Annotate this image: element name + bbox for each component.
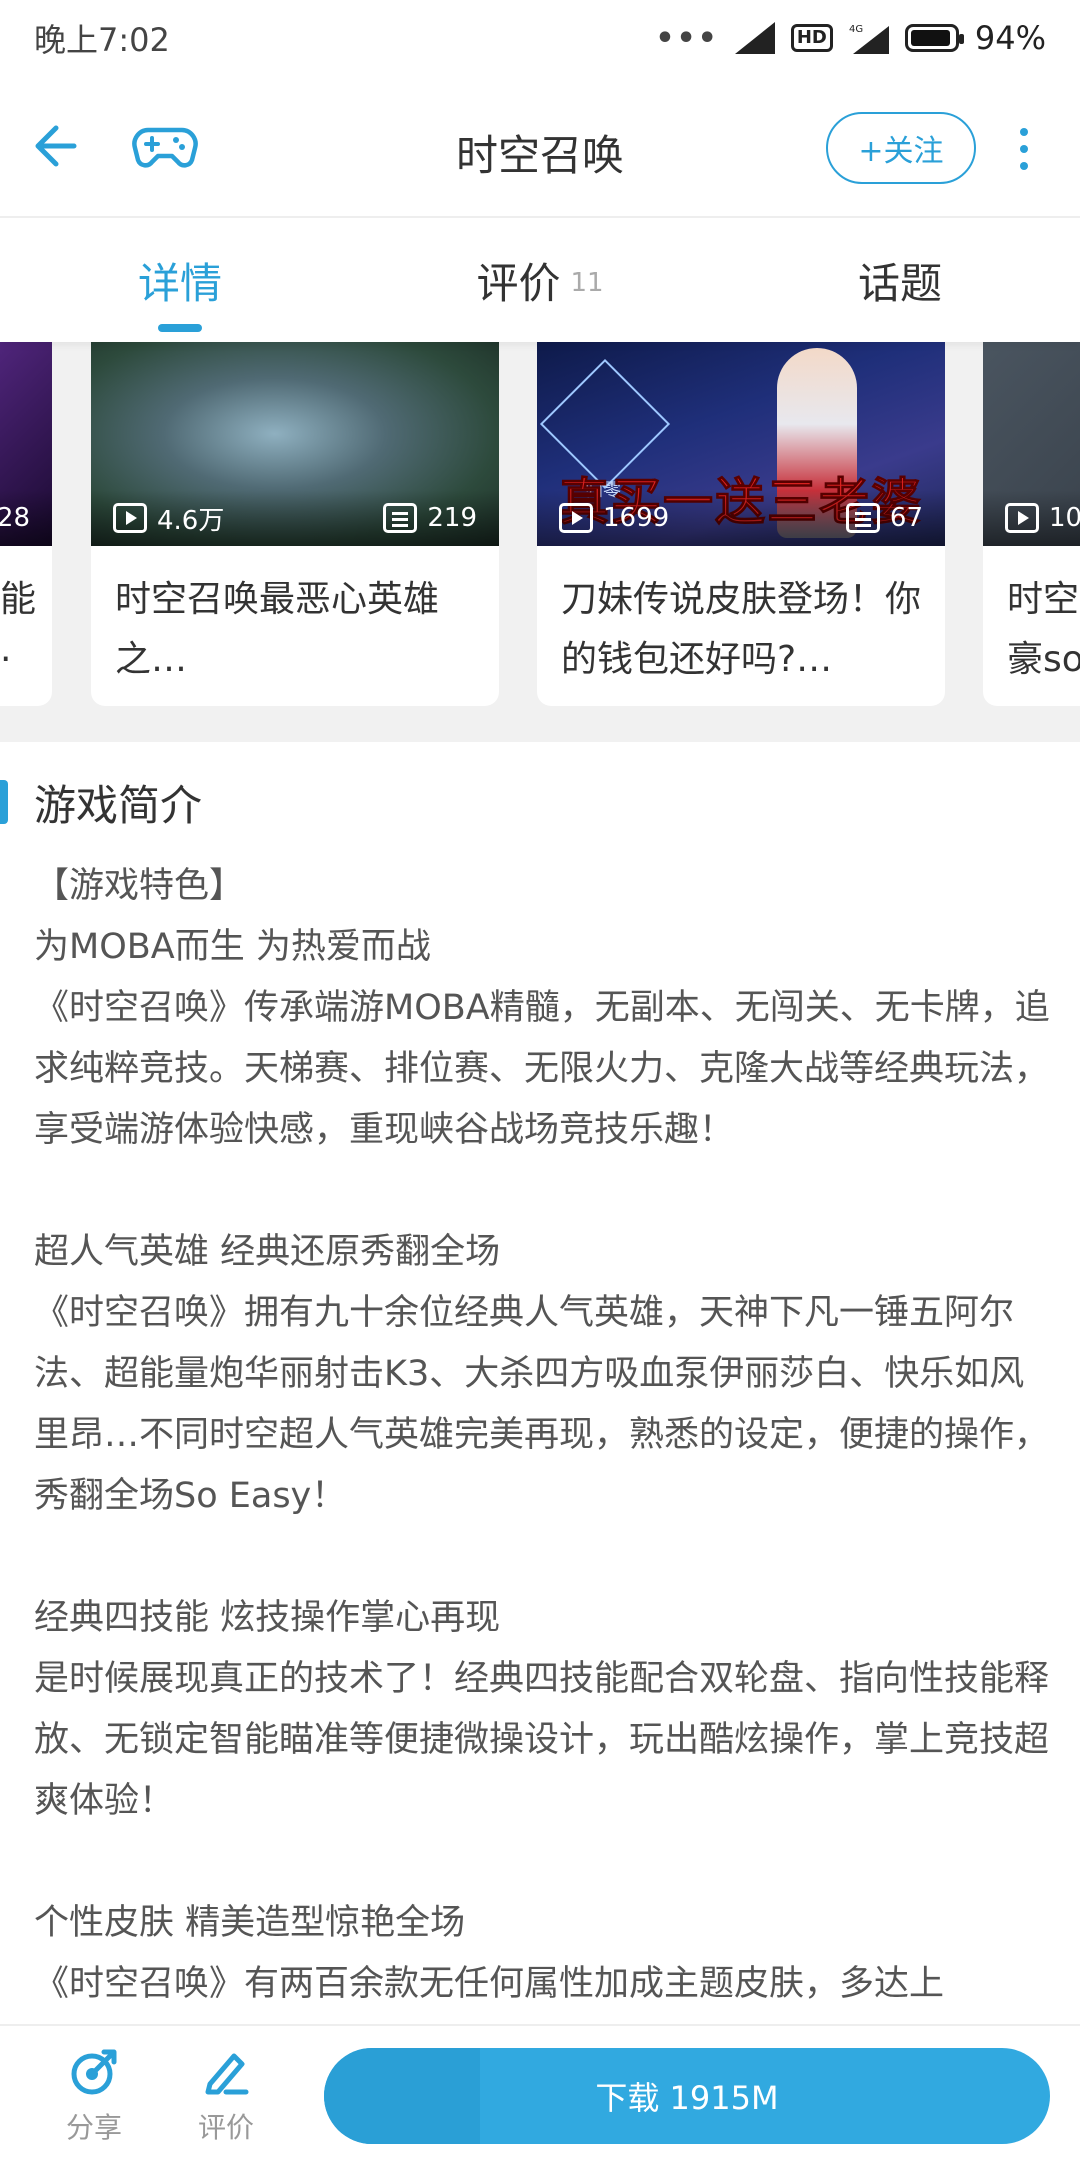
video-carousel[interactable]: 28 能 · 4.6万 219 时空召唤最恶心英雄之… 归零 真买一送三老婆 1… [0, 342, 1080, 742]
tab-topics[interactable]: 话题 [720, 218, 1080, 342]
video-comment-count: 219 [427, 503, 477, 533]
video-play-count: 4.6万 [157, 505, 225, 536]
video-title: 时空 豪so [1007, 579, 1080, 680]
video-title: 能 · [0, 579, 37, 680]
video-title: 刀妹传说皮肤登场！你的钱包还好吗?… [561, 579, 922, 680]
video-thumbnail: 归零 真买一送三老婆 1699 67 [537, 342, 945, 546]
edit-pencil-icon [205, 2053, 249, 2095]
svg-text:4G: 4G [849, 24, 863, 35]
review-label: 评价 [197, 2111, 254, 2144]
review-button[interactable]: 评价 [176, 2046, 276, 2146]
status-time: 晚上7:02 [34, 21, 170, 59]
video-card[interactable]: 4.6万 219 时空召唤最恶心英雄之… [91, 342, 499, 706]
share-icon [71, 2049, 117, 2095]
download-label: 下载 1915M [595, 2079, 779, 2117]
play-icon [559, 503, 593, 533]
video-card[interactable]: 归零 真买一送三老婆 1699 67 刀妹传说皮肤登场！你的钱包还好吗?… [537, 342, 945, 706]
status-bar: 晚上7:02 ••• HD 4G 94% [0, 0, 1080, 76]
tab-details-label: 详情 [137, 258, 222, 308]
tab-topics-label: 话题 [857, 258, 942, 308]
video-play-count: 10 [1049, 503, 1080, 533]
tab-details[interactable]: 详情 [0, 218, 360, 342]
video-thumbnail: 28 [0, 342, 52, 546]
tab-reviews-label: 评价 [476, 258, 561, 308]
more-menu-icon[interactable] [1012, 128, 1036, 174]
hd-icon: HD [790, 24, 833, 52]
video-thumbnail: 4.6万 219 [91, 342, 499, 546]
cell-signal-icon [734, 22, 775, 54]
download-button[interactable]: 下载 1915M [324, 2048, 1050, 2144]
section-title: 游戏简介 [34, 780, 203, 830]
tab-bar: 详情 评价 11 话题 [0, 218, 1080, 342]
comment-icon [845, 503, 880, 533]
tab-reviews[interactable]: 评价 11 [360, 218, 720, 342]
play-icon [1005, 503, 1039, 533]
signal-dots-icon: ••• [655, 20, 719, 56]
4g-signal-icon: 4G [849, 24, 889, 54]
battery-icon [904, 24, 964, 52]
share-button[interactable]: 分享 [44, 2046, 144, 2146]
video-comment-count: 67 [889, 503, 923, 533]
comment-icon [383, 503, 418, 533]
video-thumbnail: 10 [983, 342, 1080, 546]
video-play-count: 1699 [603, 503, 670, 533]
section-heading: 游戏简介 [0, 772, 202, 832]
tab-reviews-count: 11 [570, 268, 604, 298]
game-description: 【游戏特色】 为MOBA而生 为热爱而战 《时空召唤》传承端游MOBA精髓，无副… [34, 866, 1050, 2004]
play-icon [113, 503, 147, 533]
video-comment-count: 28 [0, 503, 30, 533]
video-title: 时空召唤最恶心英雄之… [115, 579, 440, 680]
section-accent-bar [0, 780, 8, 824]
video-card[interactable]: 10 时空 豪so [983, 342, 1080, 706]
battery-percent: 94% [974, 19, 1046, 57]
follow-button[interactable]: +关注 [826, 112, 976, 184]
tab-active-indicator [158, 324, 202, 332]
video-card[interactable]: 28 能 · [0, 342, 52, 706]
share-label: 分享 [65, 2111, 122, 2144]
bottom-action-bar: 分享 评价 下载 1915M [0, 2024, 1080, 2160]
app-header: 时空召唤 +关注 [0, 76, 1080, 218]
status-icons: ••• HD 4G 94% [655, 19, 1046, 57]
